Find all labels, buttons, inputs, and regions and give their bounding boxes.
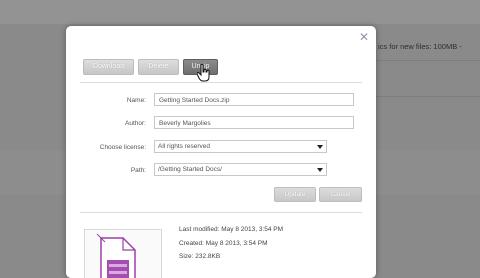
background-divider: [376, 96, 480, 97]
path-label: Path:: [130, 167, 146, 174]
author-label: Author:: [125, 120, 146, 127]
section-divider: [80, 212, 362, 213]
size-text: Size: 232.8KB: [179, 253, 221, 260]
dropdown-arrow-icon: [317, 168, 323, 172]
archive-file-icon: [96, 233, 136, 278]
last-modified-text: Last modified: May 8 2013, 3:54 PM: [179, 226, 284, 233]
license-select-value: All rights reserved: [158, 143, 211, 150]
author-field[interactable]: Beverly Margolies: [154, 116, 354, 129]
created-text: Created: May 8 2013, 3:54 PM: [179, 240, 268, 247]
file-thumbnail: [84, 229, 162, 278]
close-icon[interactable]: ✕: [358, 31, 370, 43]
dropdown-arrow-icon: [317, 145, 323, 149]
background-text: ics for new files: 100MB -: [378, 42, 462, 51]
path-select[interactable]: /Getting Started Docs/: [154, 163, 327, 176]
pointer-hand-icon: [197, 64, 210, 82]
background-band: [0, 0, 480, 24]
toolbar-divider: [80, 82, 362, 83]
delete-button[interactable]: Delete: [138, 59, 179, 75]
path-select-value: /Getting Started Docs/: [158, 166, 222, 173]
name-field[interactable]: Getting Started Docs.zip: [154, 93, 354, 106]
download-button[interactable]: Download: [83, 59, 134, 75]
background-divider: [376, 60, 480, 61]
cancel-button[interactable]: Cancel: [319, 187, 362, 202]
name-label: Name:: [126, 97, 146, 104]
license-label: Choose license:: [99, 144, 146, 151]
file-details-dialog: ✕ Download Delete Unzip Name: Getting St…: [66, 26, 376, 278]
license-select[interactable]: All rights reserved: [154, 140, 327, 153]
update-button[interactable]: Update: [274, 187, 316, 202]
